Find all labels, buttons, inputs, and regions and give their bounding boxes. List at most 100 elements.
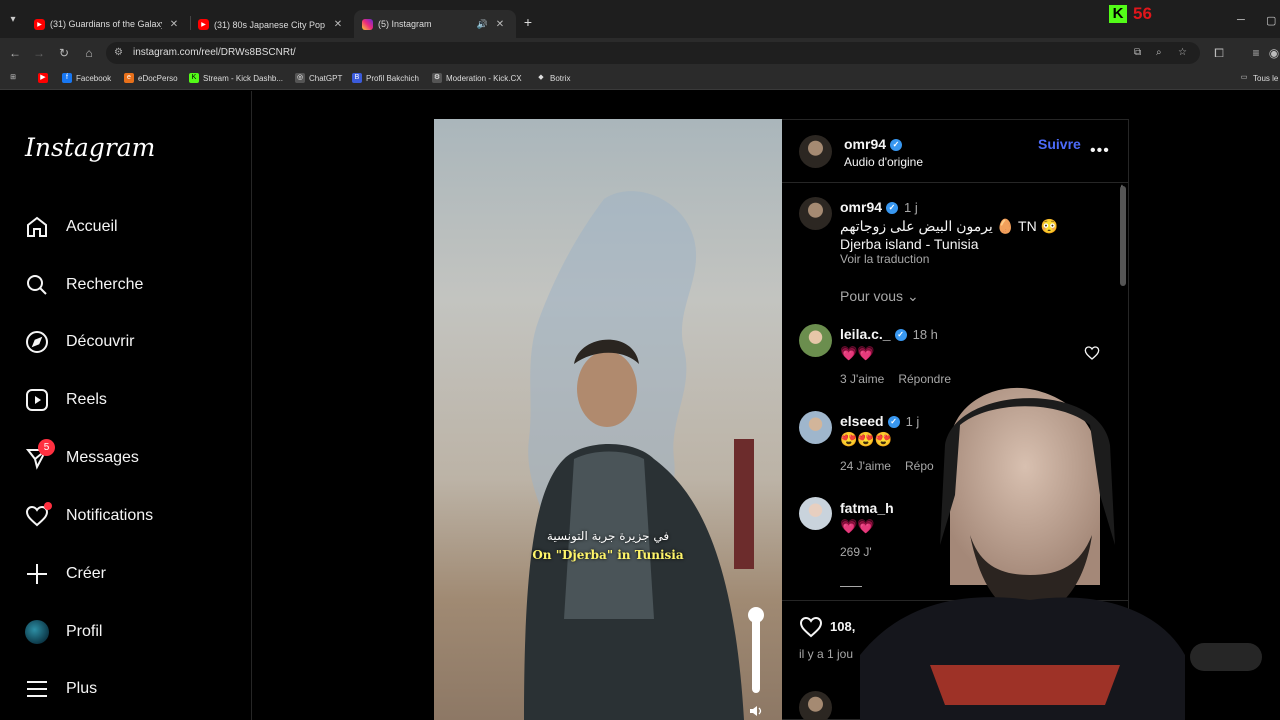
- close-icon[interactable]: ✕: [332, 19, 344, 30]
- bookmark-moderation[interactable]: ⚙ Moderation - Kick.CX: [432, 73, 522, 83]
- sidebar-item-profil[interactable]: Profil: [24, 617, 102, 647]
- sidebar-item-label: Notifications: [66, 507, 154, 524]
- url-text: instagram.com/reel/DRWs8BSCNRt/: [133, 47, 296, 58]
- comment-sort-dropdown[interactable]: Pour vous ⌄: [840, 288, 919, 305]
- profile-icon[interactable]: ◉: [1266, 45, 1280, 61]
- audio-label[interactable]: Audio d'origine: [844, 155, 923, 169]
- like-comment-heart-icon[interactable]: [1084, 345, 1100, 361]
- bookmark-botrix[interactable]: ◆ Botrix: [536, 73, 570, 83]
- all-bookmarks-folder[interactable]: ▭ Tous le: [1239, 73, 1279, 83]
- likes-count[interactable]: 108,: [830, 619, 855, 634]
- back-icon[interactable]: ←: [7, 45, 23, 61]
- install-icon[interactable]: ⧉: [1134, 47, 1141, 58]
- commenter-avatar[interactable]: [799, 411, 832, 444]
- bookmark-label: Facebook: [76, 73, 112, 83]
- sidebar-item-reels[interactable]: Reels: [24, 385, 107, 415]
- volume-slider[interactable]: [752, 611, 760, 693]
- tab-city-pop[interactable]: ▶ (31) 80s Japanese City Pop 夏E ✕: [190, 10, 354, 38]
- instagram-sidebar: Instagram Accueil Recherche Découvrir Re…: [0, 91, 252, 720]
- caption-author[interactable]: omr94 ✓ 1 j: [840, 199, 918, 215]
- site-info-icon[interactable]: ⚙: [114, 47, 126, 59]
- chatgpt-icon: ◎: [295, 73, 305, 83]
- comments-scrollbar[interactable]: [1120, 186, 1126, 286]
- author-username[interactable]: omr94 ✓: [844, 136, 903, 152]
- address-bar-row: ← → ↻ ⌂ ⚙ instagram.com/reel/DRWs8BSCNRt…: [0, 38, 1280, 68]
- comment-author-text: leila.c._: [840, 326, 891, 342]
- star-icon[interactable]: ☆: [1178, 47, 1187, 58]
- like-heart-icon[interactable]: [798, 615, 824, 639]
- url-field[interactable]: ⚙ instagram.com/reel/DRWs8BSCNRt/ ⧉ ⌕ ☆: [106, 42, 1200, 64]
- forward-icon[interactable]: →: [31, 45, 47, 61]
- author-avatar[interactable]: [799, 135, 832, 168]
- extensions-icon[interactable]: ⧠: [1211, 45, 1227, 61]
- commenter-avatar[interactable]: [799, 497, 832, 530]
- bookmark-label: Stream - Kick Dashb...: [203, 73, 284, 83]
- reactions-chip[interactable]: [1190, 643, 1262, 671]
- reading-list-icon[interactable]: ≡: [1248, 45, 1264, 61]
- sidebar-item-messages[interactable]: 5 Messages: [24, 439, 139, 473]
- bookmark-youtube[interactable]: ▶: [38, 73, 52, 83]
- commenter-avatar[interactable]: [799, 324, 832, 357]
- bookmarks-bar: ⊞ ▶ f Facebook e eDocPerso K Stream - Kick …: [0, 68, 1280, 90]
- new-tab-button[interactable]: +: [520, 15, 536, 31]
- caption-time: 1 j: [904, 200, 918, 215]
- see-translation-link[interactable]: Voir la traduction: [840, 252, 929, 266]
- moderation-icon: ⚙: [432, 73, 442, 83]
- avatar-icon: [24, 619, 50, 645]
- sidebar-item-creer[interactable]: Créer: [24, 559, 106, 589]
- bookmark-kick-dashboard[interactable]: K Stream - Kick Dashb...: [189, 73, 283, 83]
- bookmark-label: Botrix: [550, 73, 571, 83]
- close-icon[interactable]: ✕: [494, 19, 506, 30]
- reload-icon[interactable]: ↻: [56, 45, 72, 61]
- reply-button[interactable]: Répondre: [898, 372, 951, 386]
- more-options-icon[interactable]: •••: [1090, 142, 1110, 160]
- sidebar-item-plus[interactable]: Plus: [24, 674, 97, 704]
- apps-icon[interactable]: ⊞: [8, 73, 22, 83]
- bookmark-edocperso[interactable]: e eDocPerso: [124, 73, 178, 83]
- chevron-down-icon: ⌄: [906, 288, 919, 304]
- sidebar-item-recherche[interactable]: Recherche: [24, 270, 143, 300]
- zoom-icon[interactable]: ⌕: [1156, 47, 1162, 58]
- volume-slider-handle[interactable]: [748, 607, 764, 623]
- speaker-icon[interactable]: [749, 704, 763, 718]
- caption-author-text: omr94: [840, 199, 883, 215]
- bookmark-chatgpt[interactable]: ◎ ChatGPT: [295, 73, 342, 83]
- messages-badge: 5: [38, 439, 55, 456]
- home-browser-icon[interactable]: ⌂: [81, 45, 97, 61]
- caption-line-1: يرمون البيض على زوجاتهم 🥚 TN 😳: [840, 218, 1059, 234]
- browser-tab-bar: ▾ ▶ (31) Guardians of the Galaxy: R ✕ ▶ …: [0, 0, 1280, 38]
- bookmark-facebook[interactable]: f Facebook: [62, 73, 111, 83]
- view-replies-line: [840, 586, 862, 587]
- comment-time: 18 h: [912, 327, 938, 342]
- minimize-icon[interactable]: ─: [1237, 14, 1245, 26]
- heart-icon: [24, 502, 52, 529]
- speaker-icon[interactable]: 🔊: [477, 19, 488, 30]
- close-icon[interactable]: ✕: [168, 19, 180, 30]
- tab-instagram[interactable]: (5) Instagram 🔊 ✕: [354, 10, 516, 38]
- edoc-icon: e: [124, 73, 134, 83]
- bookmark-bakchich[interactable]: B Profil Bakchich: [352, 73, 419, 83]
- tab-title: (31) 80s Japanese City Pop 夏E: [214, 19, 326, 30]
- post-header: omr94 ✓ Audio d'origine Suivre •••: [782, 120, 1129, 183]
- author-avatar[interactable]: [799, 197, 832, 230]
- comment-sort-label: Pour vous: [840, 288, 904, 304]
- sidebar-item-notifications[interactable]: Notifications: [24, 501, 153, 531]
- instagram-logo[interactable]: Instagram: [25, 133, 155, 162]
- user-avatar: [799, 691, 832, 720]
- sidebar-item-label: Reels: [66, 391, 107, 408]
- verified-badge-icon: ✓: [894, 329, 907, 342]
- youtube-icon: ▶: [38, 73, 48, 83]
- reel-video[interactable]: في جزيرة جربة التونسية On "Djerba" in Tu…: [434, 119, 782, 720]
- follow-button[interactable]: Suivre: [1038, 136, 1081, 152]
- tab-search-icon[interactable]: ▾: [6, 14, 20, 28]
- tab-guardians[interactable]: ▶ (31) Guardians of the Galaxy: R ✕: [26, 10, 190, 38]
- maximize-icon[interactable]: ▢: [1266, 14, 1276, 27]
- sidebar-item-decouvrir[interactable]: Découvrir: [24, 327, 134, 357]
- menu-icon: [24, 676, 50, 702]
- sidebar-item-accueil[interactable]: Accueil: [24, 212, 118, 242]
- sidebar-item-label: Créer: [66, 565, 107, 582]
- comment-likes[interactable]: 3 J'aime: [840, 372, 884, 386]
- tab-title: (5) Instagram: [378, 19, 432, 29]
- comment-author[interactable]: leila.c._ ✓ 18 h: [840, 326, 938, 342]
- messages-icon: 5: [24, 439, 55, 471]
